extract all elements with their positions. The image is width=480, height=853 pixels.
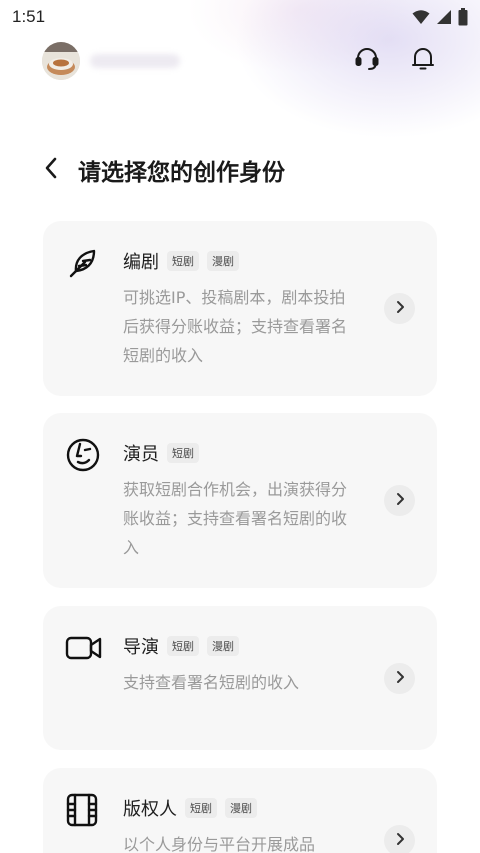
face-icon	[65, 437, 101, 473]
chevron-left-icon	[44, 157, 58, 183]
notifications-button[interactable]	[408, 46, 438, 76]
role-card-copyright-owner[interactable]: 版权人 短剧 漫剧 以个人身份与平台开展成品	[43, 768, 437, 853]
role-description: 支持查看署名短剧的收入	[123, 673, 300, 692]
role-title: 导演	[123, 637, 159, 658]
card-header: 演员 短剧	[123, 440, 199, 466]
card-arrow-button[interactable]	[384, 293, 415, 324]
role-card-screenwriter[interactable]: 编剧 短剧 漫剧 可挑选IP、投稿剧本，剧本投拍后获得分账收益；支持查看署名短剧…	[43, 221, 437, 396]
card-header: 编剧 短剧 漫剧	[123, 248, 239, 274]
role-title: 演员	[123, 444, 159, 465]
role-title: 版权人	[123, 799, 177, 820]
tag-comic-drama: 漫剧	[207, 251, 239, 271]
customer-service-button[interactable]	[352, 46, 382, 76]
chevron-right-icon	[395, 491, 405, 510]
back-button[interactable]	[44, 155, 66, 185]
card-header: 导演 短剧 漫剧	[123, 633, 239, 659]
status-time: 1:51	[12, 7, 46, 26]
headset-icon	[354, 46, 380, 76]
card-arrow-button[interactable]	[384, 825, 415, 853]
video-camera-icon	[65, 630, 102, 666]
avatar[interactable]	[42, 42, 80, 80]
status-bar: 1:51	[0, 0, 480, 34]
tag-comic-drama: 漫剧	[225, 798, 257, 818]
battery-icon	[458, 8, 468, 26]
username-placeholder	[90, 54, 180, 68]
film-icon	[65, 792, 101, 828]
tag-short-drama: 短剧	[185, 798, 217, 818]
top-bar	[0, 40, 480, 84]
card-arrow-button[interactable]	[384, 663, 415, 694]
card-header: 版权人 短剧 漫剧	[123, 795, 257, 821]
role-card-actor[interactable]: 演员 短剧 获取短剧合作机会，出演获得分账收益；支持查看署名短剧的收入	[43, 413, 437, 588]
role-card-director[interactable]: 导演 短剧 漫剧 支持查看署名短剧的收入	[43, 606, 437, 750]
page-title: 请选择您的创作身份	[78, 160, 285, 186]
status-icons	[412, 8, 468, 26]
tag-short-drama: 短剧	[167, 251, 199, 271]
role-description: 以个人身份与平台开展成品	[123, 835, 316, 853]
tag-short-drama: 短剧	[167, 636, 199, 656]
wifi-icon	[412, 9, 430, 25]
signal-icon	[436, 9, 452, 25]
chevron-right-icon	[395, 669, 405, 688]
role-description: 可挑选IP、投稿剧本，剧本投拍后获得分账收益；支持查看署名短剧的收入	[123, 288, 348, 365]
chevron-right-icon	[395, 831, 405, 850]
card-arrow-button[interactable]	[384, 485, 415, 516]
tag-comic-drama: 漫剧	[207, 636, 239, 656]
bell-icon	[411, 46, 435, 76]
feather-pen-icon	[65, 245, 101, 281]
chevron-right-icon	[395, 299, 405, 318]
role-title: 编剧	[123, 252, 159, 273]
role-description: 获取短剧合作机会，出演获得分账收益；支持查看署名短剧的收入	[123, 480, 348, 557]
page-title-row: 请选择您的创作身份	[44, 150, 285, 190]
tag-short-drama: 短剧	[167, 443, 199, 463]
